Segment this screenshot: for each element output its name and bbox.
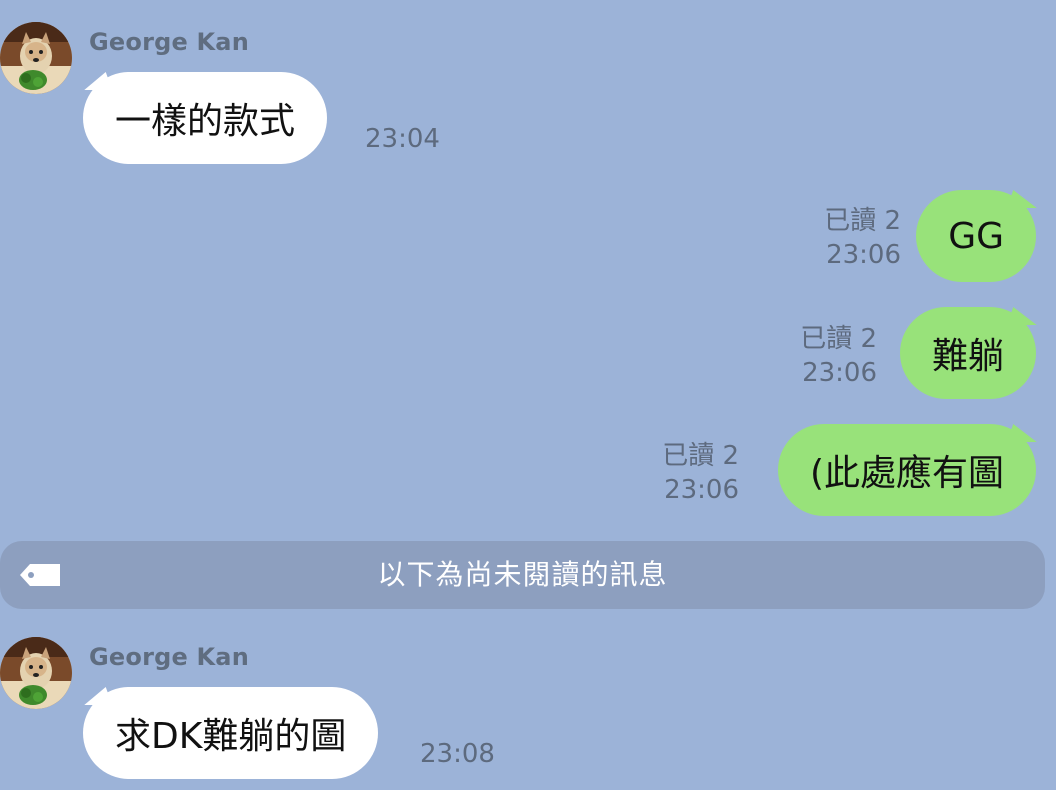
unread-messages-divider: 以下為尚未閱讀的訊息 [0, 541, 1045, 609]
sender-avatar[interactable] [0, 22, 72, 94]
incoming-message-bubble[interactable]: 求DK難躺的圖 [77, 687, 379, 779]
message-meta: 已讀 2 23:06 [662, 439, 739, 507]
message-text: (此處應有圖 [809, 453, 1004, 494]
chat-area: George Kan 一樣的款式 23:04 已讀 2 23:06 GG 已讀 … [0, 0, 1056, 790]
message-text: 難躺 [931, 336, 1004, 377]
message-text: GG [948, 215, 1004, 257]
read-receipt: 已讀 2 [662, 441, 739, 471]
message-meta: 已讀 2 23:06 [800, 322, 877, 390]
incoming-message-bubble[interactable]: 一樣的款式 [77, 72, 328, 164]
read-receipt: 已讀 2 [824, 206, 901, 236]
message-time: 23:06 [664, 475, 739, 505]
outgoing-message-bubble[interactable]: (此處應有圖 [777, 424, 1044, 516]
message-time: 23:06 [826, 240, 901, 270]
message-time: 23:04 [365, 124, 440, 154]
outgoing-message-bubble[interactable]: 難躺 [899, 307, 1044, 399]
unread-divider-label: 以下為尚未閱讀的訊息 [377, 558, 668, 591]
read-receipt: 已讀 2 [800, 324, 877, 354]
outgoing-message-bubble[interactable]: GG [916, 190, 1044, 282]
message-time: 23:06 [802, 358, 877, 388]
message-meta: 已讀 2 23:06 [824, 204, 901, 272]
sender-name: George Kan [89, 643, 249, 671]
message-text: 求DK難躺的圖 [115, 716, 347, 757]
sender-name: George Kan [89, 28, 249, 56]
message-time: 23:08 [420, 739, 495, 769]
message-text: 一樣的款式 [115, 101, 296, 142]
sender-avatar[interactable] [0, 637, 72, 709]
